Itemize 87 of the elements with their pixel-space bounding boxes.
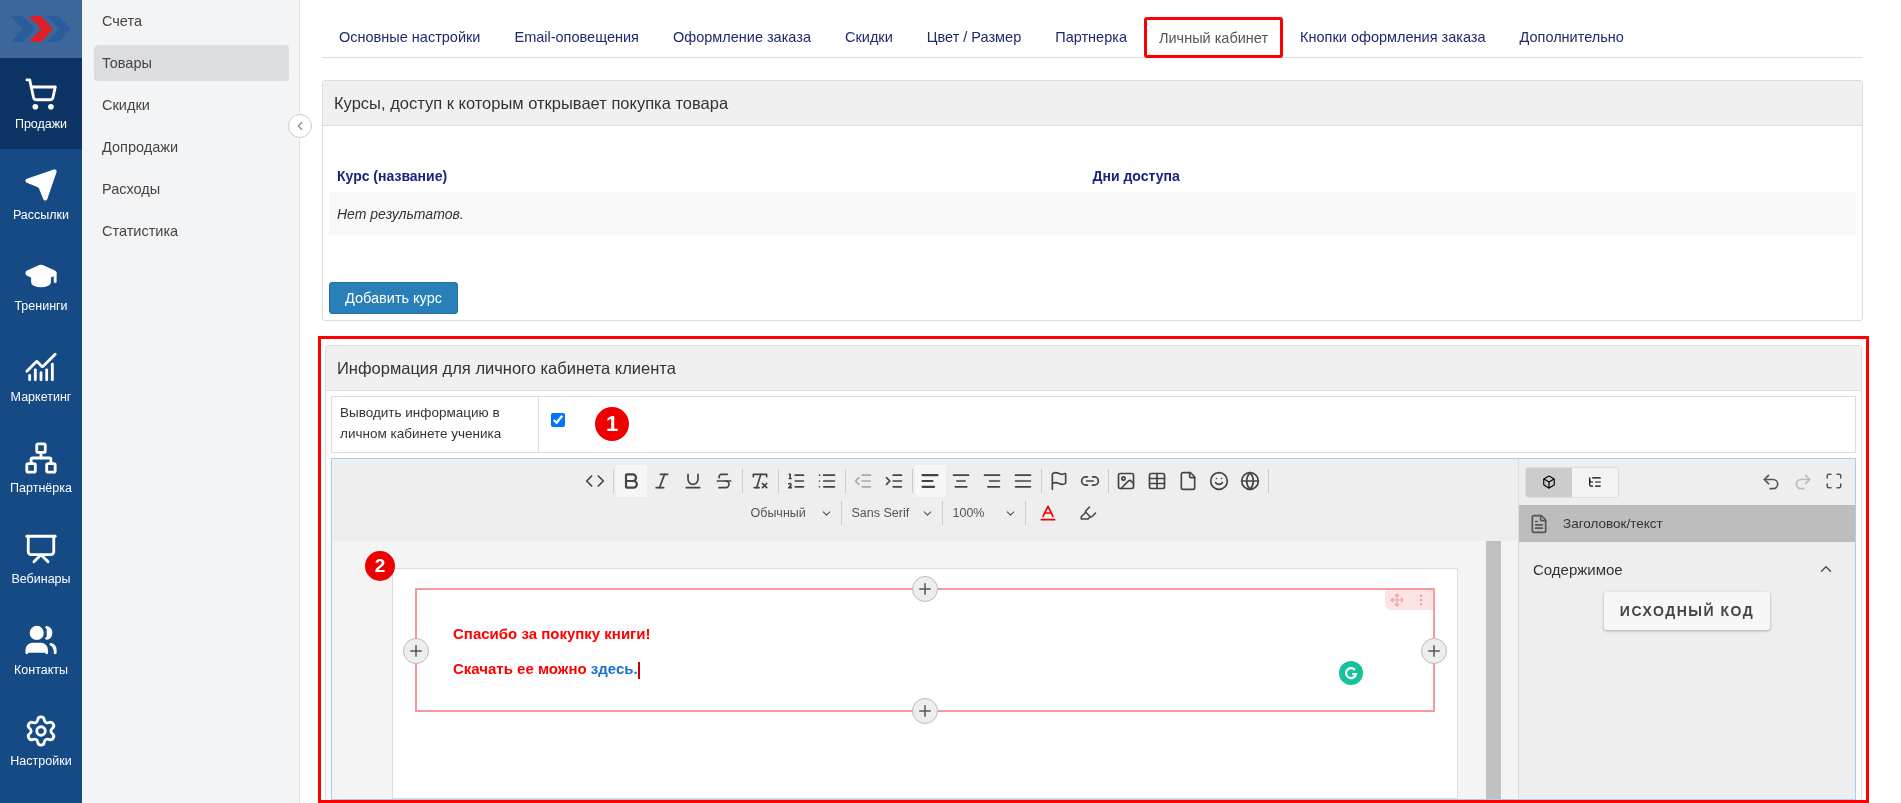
submenu-item[interactable]: Скидки [94, 87, 289, 123]
step-badge: 1 [595, 407, 629, 441]
numbered-list-icon [786, 471, 806, 491]
submenu-item[interactable]: Счета [94, 3, 289, 39]
column-header: Курс (название) [337, 168, 449, 184]
nav-label: Продажи [14, 116, 68, 131]
nav-item[interactable]: Партнёрка [0, 422, 82, 513]
flag-icon [1049, 471, 1069, 491]
cube-icon [1542, 475, 1556, 489]
align-justify-icon [1013, 471, 1033, 491]
source-code-button[interactable]: ИСХОДНЫЙ КОД [1603, 592, 1771, 630]
add-course-button[interactable]: Добавить курс [329, 282, 459, 314]
plus-icon [1425, 642, 1443, 660]
submenu-item[interactable]: Статистика [94, 213, 289, 249]
nav-item[interactable]: Контакты [0, 604, 82, 695]
format-dropdown[interactable]: Обычный [742, 499, 839, 527]
nav-item[interactable]: Рассылки [0, 149, 82, 240]
indent-icon [884, 471, 904, 491]
show-info-checkbox[interactable] [551, 413, 565, 427]
text-line: Спасибо за покупку книги! [453, 625, 652, 642]
submenu-item[interactable]: Допродажи [94, 129, 289, 165]
nav-item[interactable]: Вебинары [0, 513, 82, 604]
logo-icon [11, 14, 71, 44]
text-block-icon [1529, 513, 1549, 534]
align-center-icon [951, 471, 971, 491]
nav-label: Партнёрка [10, 480, 72, 495]
column-header: Дни доступа [1092, 168, 1181, 184]
empty-message: Нет результатов. [329, 192, 1856, 235]
image-icon [1116, 471, 1136, 491]
submenu-item[interactable]: Товары [94, 45, 289, 81]
nav-label: Маркетинг [10, 389, 72, 404]
tab[interactable]: Личный кабинет [1143, 17, 1284, 58]
bold-button[interactable] [615, 465, 647, 497]
table-icon [1147, 471, 1167, 491]
redo-icon [1793, 472, 1813, 492]
settings-icon [24, 713, 58, 748]
add-block-button[interactable] [403, 638, 429, 664]
clear-format-icon [750, 471, 770, 491]
section-title: Содержимое [1533, 560, 1623, 578]
align-left-button[interactable] [914, 465, 946, 497]
tree-view-button[interactable] [1572, 467, 1618, 497]
plus-icon [916, 702, 934, 720]
option-label: Выводить информацию в личном кабинете ученика [332, 397, 539, 452]
italic-icon [652, 471, 672, 491]
nav-label: Контакты [14, 662, 68, 677]
fullscreen-icon [1825, 472, 1843, 490]
text-line: Скачать ее можно здесь. [453, 660, 641, 679]
file-icon [1178, 471, 1198, 491]
nav-item[interactable]: Маркетинг [0, 331, 82, 422]
nav-label: Рассылки [12, 207, 70, 222]
scrollbar[interactable] [1486, 541, 1501, 799]
panel-title: Курсы, доступ к которым открывает покупка товара [323, 81, 1862, 126]
network-icon [24, 440, 58, 475]
size-dropdown[interactable]: 100% [944, 499, 1023, 527]
tree-icon [1588, 475, 1602, 489]
strikethrough-icon [714, 471, 734, 491]
plus-icon [407, 642, 425, 660]
block-type-label: Заголовок/текст [1563, 516, 1663, 531]
bullet-list-icon [817, 471, 837, 491]
add-block-button[interactable] [912, 576, 938, 602]
font-dropdown[interactable]: Sans Serif [843, 499, 940, 527]
submenu-item[interactable]: Расходы [94, 171, 289, 207]
highlighter-icon [1078, 504, 1097, 522]
nav-label: Вебинары [11, 571, 71, 586]
undo-icon [1761, 472, 1781, 492]
align-left-icon [920, 471, 940, 491]
add-block-button[interactable] [1421, 638, 1447, 664]
step-badge: 2 [365, 551, 395, 581]
nav-item[interactable]: Продажи [0, 58, 82, 149]
paper-plane-icon [24, 167, 58, 202]
plus-icon [916, 580, 934, 598]
nav-item[interactable]: Настройки [0, 695, 82, 786]
underline-icon [683, 471, 703, 491]
outdent-icon [853, 471, 873, 491]
add-block-button[interactable] [912, 698, 938, 724]
move-icon [1390, 593, 1404, 607]
download-link[interactable]: здесь. [590, 660, 638, 677]
grammar-icon [1339, 661, 1363, 685]
nav-label: Настройки [10, 753, 72, 768]
align-right-icon [982, 471, 1002, 491]
cart-icon [24, 76, 58, 111]
nav-item[interactable]: Тренинги [0, 240, 82, 331]
blocks-view-button[interactable] [1526, 467, 1572, 497]
panel-title: Информация для личного кабинета клиента [326, 346, 1861, 391]
nav-label: Тренинги [14, 298, 68, 313]
globe-icon [1240, 471, 1260, 491]
emoji-icon [1209, 471, 1229, 491]
